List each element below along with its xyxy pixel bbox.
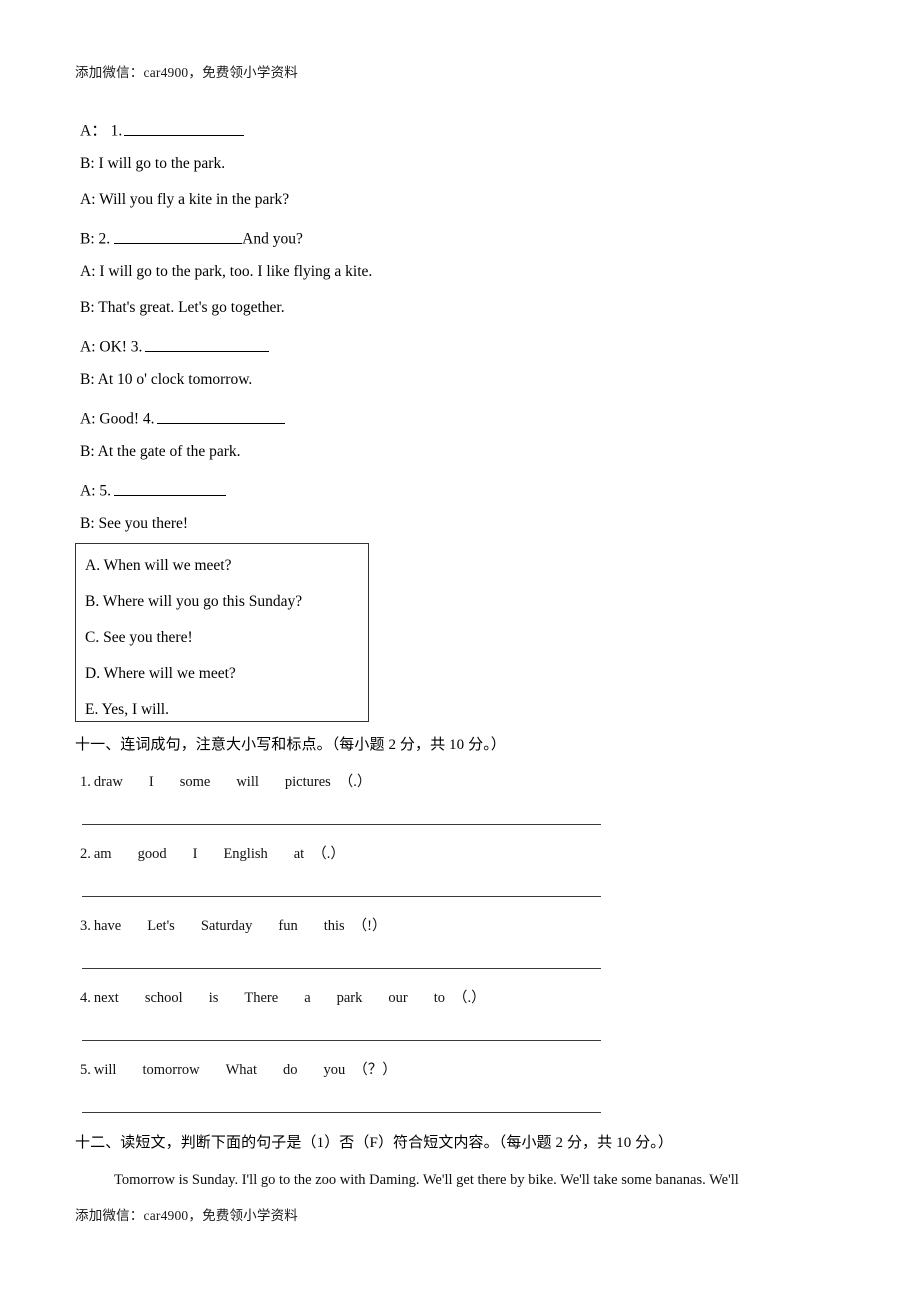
word: next [93, 990, 119, 1006]
section-eleven-heading: 十一、连词成句，注意大小写和标点。（每小题 2 分，共 10 分。） [75, 737, 506, 753]
answer-blank-2[interactable] [114, 228, 243, 244]
word: I [192, 846, 198, 862]
dialogue-line: A: I will go to the park, too. I like fl… [80, 263, 373, 280]
item-punctuation: （.） [453, 990, 486, 1006]
sentence-item-5: 5. will tomorrow What do you （？） [80, 1062, 397, 1079]
word: Saturday [200, 918, 253, 934]
sentence-item-4: 4. next school is There a park our to （.） [80, 990, 486, 1007]
answer-blank-3[interactable] [145, 336, 270, 352]
word: is [208, 990, 219, 1006]
word: you [323, 1062, 346, 1078]
dialogue-text: A: 5. [80, 482, 111, 500]
word: our [388, 990, 408, 1006]
section-twelve-heading: 十二、读短文，判断下面的句子是（1）否（F）符合短文内容。（每小题 2 分，共 … [75, 1135, 673, 1151]
dialogue-text: A: Good! 4. [80, 410, 155, 428]
dialogue-line: B: That's great. Let's go together. [80, 299, 285, 316]
dialogue-text: A: OK! 3. [80, 338, 143, 356]
item-number: 4. [80, 990, 91, 1006]
answer-blank-1[interactable] [124, 120, 245, 136]
dialogue-text: B: 2. [80, 230, 111, 248]
option-c[interactable]: C. See you there! [76, 630, 368, 666]
word: fun [278, 918, 298, 934]
word: What [225, 1062, 258, 1078]
word: school [144, 990, 183, 1006]
answer-rule-2[interactable] [82, 896, 601, 897]
option-d[interactable]: D. Where will we meet? [76, 666, 368, 702]
dialogue-line: B: I will go to the park. [80, 155, 226, 172]
dialogue-line: A： 1. [80, 120, 840, 156]
item-number: 2. [80, 846, 91, 862]
watermark-footer: 添加微信：car4900，免费领小学资料 [75, 1208, 298, 1223]
word: will [93, 1062, 117, 1078]
word: pictures [284, 774, 331, 790]
option-e[interactable]: E. Yes, I will. [76, 702, 368, 738]
exam-page: 添加微信：car4900，免费领小学资料 A： 1. B: I will go … [0, 0, 920, 1302]
word: park [336, 990, 363, 1006]
option-b[interactable]: B. Where will you go this Sunday? [76, 594, 368, 630]
answer-rule-1[interactable] [82, 824, 601, 825]
dialogue-line: A: OK! 3. [80, 336, 840, 372]
word: this [323, 918, 345, 934]
item-number: 1. [80, 774, 91, 790]
word: have [93, 918, 122, 934]
dialogue-line: A: Will you fly a kite in the park? [80, 191, 290, 208]
word: some [179, 774, 211, 790]
word: good [137, 846, 167, 862]
watermark-header: 添加微信：car4900，免费领小学资料 [75, 65, 298, 80]
word: at [293, 846, 305, 862]
dialogue-line: A: 5. [80, 480, 840, 516]
word: to [433, 990, 446, 1006]
word: Let's [147, 918, 175, 934]
word: will [236, 774, 259, 790]
word: do [283, 1062, 298, 1078]
item-punctuation: （.） [338, 774, 372, 790]
item-punctuation: （.） [312, 846, 345, 862]
answer-rule-3[interactable] [82, 968, 601, 969]
dialogue-line: B: At 10 o' clock tomorrow. [80, 371, 253, 388]
word: draw [93, 774, 123, 790]
word: I [148, 774, 154, 790]
word: am [93, 846, 112, 862]
answer-rule-5[interactable] [82, 1112, 601, 1113]
dialogue-line: B: At the gate of the park. [80, 443, 241, 460]
word: tomorrow [142, 1062, 200, 1078]
answer-blank-5[interactable] [114, 480, 226, 496]
dialogue-line: A: Good! 4. [80, 408, 840, 444]
word: There [244, 990, 279, 1006]
sentence-item-3: 3. have Let's Saturday fun this （!） [80, 918, 387, 935]
sentence-item-1: 1. draw Isome will pictures （.） [80, 774, 372, 791]
item-number: 5. [80, 1062, 91, 1078]
dialogue-line: B: 2. And you? [80, 228, 840, 264]
sentence-item-2: 2. am good I English at （.） [80, 846, 345, 863]
answer-blank-4[interactable] [157, 408, 286, 424]
dialogue-block: A： 1. B: I will go to the park. A: Will … [80, 120, 840, 552]
answer-rule-4[interactable] [82, 1040, 601, 1041]
dialogue-text-tail: And you? [242, 230, 303, 248]
reading-passage: Tomorrow is Sunday. I'll go to the zoo w… [114, 1172, 739, 1188]
word: a [304, 990, 311, 1006]
word: English [223, 846, 268, 862]
item-punctuation: （？） [353, 1062, 397, 1078]
option-a[interactable]: A. When will we meet? [76, 544, 368, 594]
item-number: 3. [80, 918, 91, 934]
item-punctuation: （!） [352, 918, 387, 934]
options-box: A. When will we meet? B. Where will you … [75, 543, 369, 722]
dialogue-text: A： 1. [80, 122, 123, 140]
